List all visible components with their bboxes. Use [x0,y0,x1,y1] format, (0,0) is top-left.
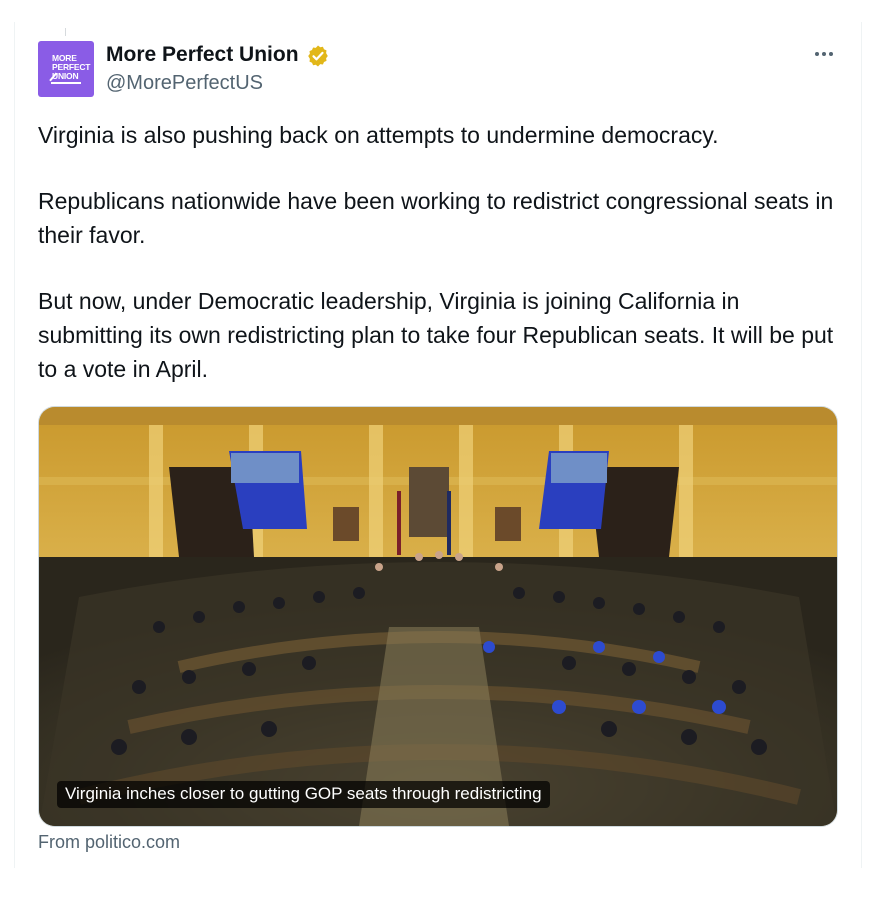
tweet-paragraph: Republicans nationwide have been working… [38,188,834,248]
more-dot [815,52,819,56]
tweet-paragraph: Virginia is also pushing back on attempt… [38,122,719,148]
chamber-photo [39,407,837,826]
verified-badge-icon [308,45,328,67]
more-dot [829,52,833,56]
link-source[interactable]: From politico.com [38,832,180,853]
link-card-image[interactable]: Virginia inches closer to gutting GOP se… [38,406,838,827]
author-name[interactable]: More Perfect Union [106,43,299,67]
author-handle[interactable]: @MorePerfectUS [106,72,263,95]
tweet-text: Virginia is also pushing back on attempt… [38,118,838,386]
tweet-paragraph: But now, under Democratic leadership, Vi… [38,288,834,382]
more-dot [822,52,826,56]
avatar-underline [51,82,81,84]
thread-line [65,28,66,36]
avatar[interactable]: MORE PERFECT UNION [38,41,94,97]
more-options-icon[interactable] [810,40,838,68]
link-card-headline: Virginia inches closer to gutting GOP se… [57,781,550,808]
